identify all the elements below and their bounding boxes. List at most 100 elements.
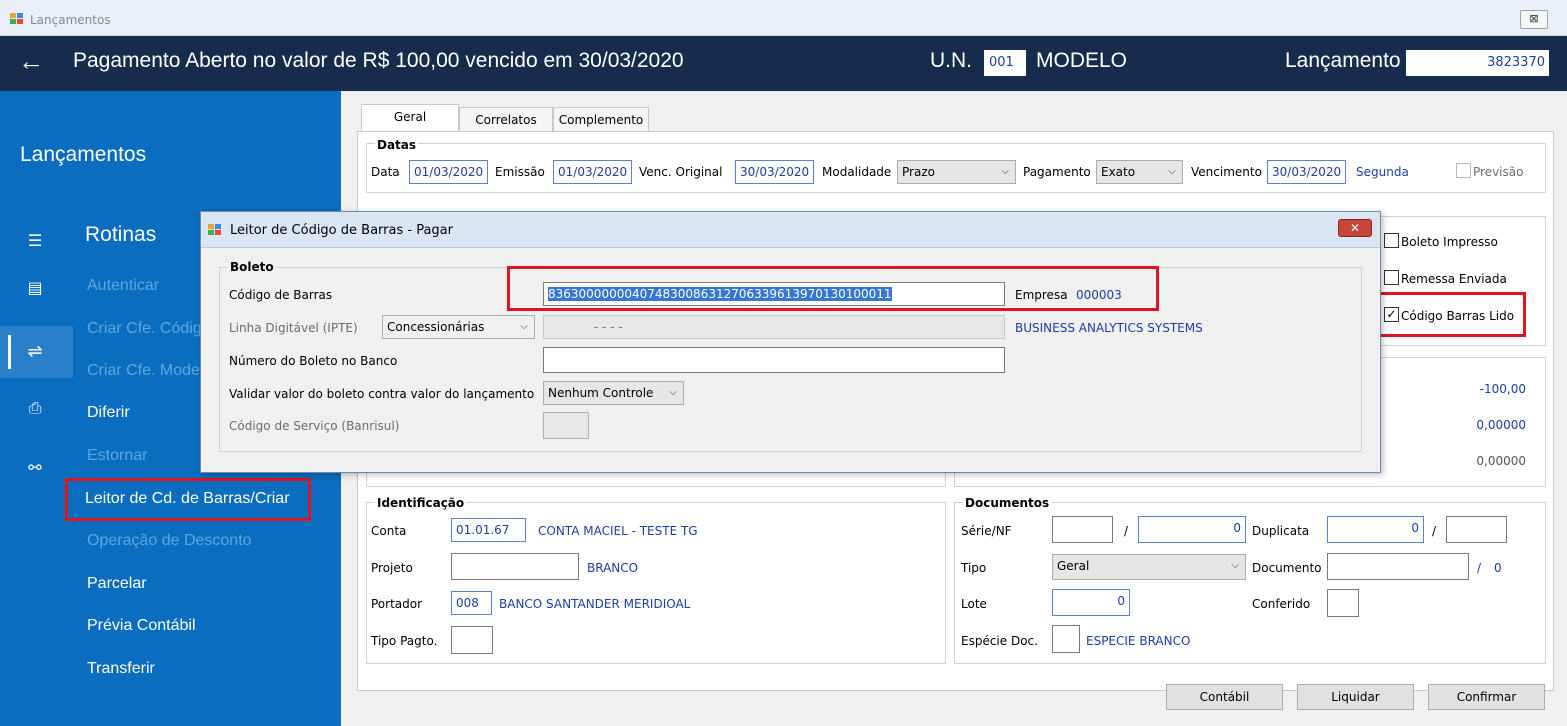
menu-icon[interactable]: ☰ [25,231,45,251]
lancamento-field[interactable]: 3823370 [1406,50,1549,76]
tab-complemento[interactable]: Complemento [553,107,649,133]
linha-type-select[interactable]: Concessionárias ⌵ [382,315,535,339]
chevron-down-icon: ⌵ [1001,166,1009,177]
highlight-box-codigo-barras [507,266,1159,311]
document-icon[interactable]: ▤ [25,278,45,298]
boleto-impresso-label: Boleto Impresso [1401,235,1498,249]
highlight-box-sidebar [65,478,311,521]
projeto-label: Projeto [371,561,413,575]
serie-slash: / [1124,524,1129,538]
dialog-titlebar: Leitor de Código de Barras - Pagar ✕ [201,212,1380,248]
liquidar-button[interactable]: Liquidar [1297,684,1414,710]
duplicata-slash: / [1432,524,1437,538]
pagamento-label: Pagamento [1023,165,1091,179]
sidebar-item-criar-cfe-codigo: Criar Cfe. Códig [87,320,202,337]
identificacao-legend: Identificação [375,496,467,510]
lote-field[interactable]: 0 [1052,589,1130,616]
codigo-servico-label: Código de Serviço (Banrisul) [229,419,400,433]
valor-1: -100,00 [1479,382,1526,396]
sidebar-item-transferir[interactable]: Transferir [87,660,155,678]
pagamento-select[interactable]: Exato ⌵ [1096,160,1183,184]
weekday-label: Segunda [1356,165,1409,179]
duplicata-field[interactable]: 0 [1327,516,1424,543]
data-field[interactable]: 01/03/2020 [409,160,488,184]
conta-field[interactable]: 01.01.67 [451,518,526,542]
validar-valor-select[interactable]: Nenhum Controle ⌵ [543,381,684,405]
window-close-button[interactable]: ⊠ [1520,10,1548,29]
serie-nf-label: Série/NF [961,524,1012,538]
un-code-field[interactable]: 001 [984,50,1026,76]
confirmar-button[interactable]: Confirmar [1428,684,1545,710]
numero-boleto-field[interactable] [543,347,1005,373]
transfer-icon[interactable]: ⇌ [25,342,45,362]
un-name: MODELO [1036,49,1128,72]
documento-label: Documento [1252,561,1322,575]
chevron-down-icon: ⌵ [520,321,528,332]
documentos-legend: Documentos [963,496,1052,510]
serie-field[interactable] [1052,516,1113,543]
emissao-field[interactable]: 01/03/2020 [553,160,632,184]
empresa-name: BUSINESS ANALYTICS SYSTEMS [1015,321,1203,335]
boleto-legend: Boleto [227,260,277,274]
conta-label: Conta [371,524,407,538]
vencimento-label: Vencimento [1191,165,1262,179]
chevron-down-icon: ⌵ [1168,166,1176,177]
projeto-name: BRANCO [587,561,639,575]
venc-original-field[interactable]: 30/03/2020 [735,160,814,184]
lancamento-label: Lançamento [1285,49,1401,72]
tipo-select[interactable]: Geral ⌵ [1052,554,1246,580]
nf-field[interactable]: 0 [1138,516,1246,543]
sidebar-item-previa-contabil[interactable]: Prévia Contábil [87,617,196,635]
active-indicator [8,335,11,369]
emissao-label: Emissão [495,165,545,179]
remessa-enviada-checkbox[interactable] [1384,270,1399,285]
printer-icon[interactable]: ⎙ [25,398,45,418]
tipo-pagto-field[interactable] [451,626,493,654]
portador-field[interactable]: 008 [451,591,492,615]
datas-legend: Datas [375,138,419,152]
boleto-impresso-checkbox[interactable] [1384,233,1399,248]
page-title: Pagamento Aberto no valor de R$ 100,00 v… [73,49,684,72]
tree-icon[interactable]: ⚯ [25,458,45,478]
especie-label: Espécie Doc. [961,634,1038,648]
chevron-down-icon: ⌵ [1231,560,1239,571]
sidebar-item-parcelar[interactable]: Parcelar [87,575,147,593]
codigo-barras-label: Código de Barras [229,288,333,302]
rotinas-label: Rotinas [85,223,157,246]
documento-field[interactable] [1327,553,1469,580]
tab-geral[interactable]: Geral [361,104,459,132]
venc-original-label: Venc. Original [639,165,723,179]
page-header: ← Pagamento Aberto no valor de R$ 100,00… [0,36,1567,91]
tipo-pagto-label: Tipo Pagto. [371,634,438,648]
highlight-box-codigo-lido [1376,292,1526,337]
window-titlebar: Lançamentos ⊠ [0,0,1567,36]
especie-field[interactable] [1052,625,1080,653]
projeto-field[interactable] [451,553,579,580]
numero-boleto-label: Número do Boleto no Banco [229,354,398,368]
portador-name: BANCO SANTANDER MERIDIOAL [499,597,691,611]
duplicata-label: Duplicata [1252,524,1310,538]
un-label: U.N. [930,49,972,72]
portador-label: Portador [371,597,423,611]
chevron-down-icon: ⌵ [669,387,677,398]
linha-digitavel-label: Linha Digitável (IPTE) [229,321,358,335]
contabil-button[interactable]: Contábil [1166,684,1283,710]
app-icon [10,13,24,25]
previsao-checkbox[interactable] [1456,163,1471,178]
modalidade-label: Modalidade [822,165,892,179]
dialog-close-button[interactable]: ✕ [1338,219,1372,237]
duplicata-parcela-field[interactable] [1446,516,1507,543]
sidebar-item-diferir[interactable]: Diferir [87,404,130,422]
vencimento-field[interactable]: 30/03/2020 [1267,160,1346,184]
valor-3: 0,00000 [1476,454,1526,468]
codigo-servico-field[interactable] [543,412,589,439]
back-arrow-icon[interactable]: ← [18,46,44,77]
tipo-label: Tipo [961,561,987,575]
modalidade-select[interactable]: Prazo ⌵ [897,160,1016,184]
data-label: Data [371,165,400,179]
tab-correlatos[interactable]: Correlatos [459,107,553,133]
conferido-field[interactable] [1327,589,1359,617]
remessa-enviada-label: Remessa Enviada [1401,272,1507,286]
linha-digitavel-field[interactable]: - - - - [543,315,1005,339]
window-title: Lançamentos [30,13,111,27]
